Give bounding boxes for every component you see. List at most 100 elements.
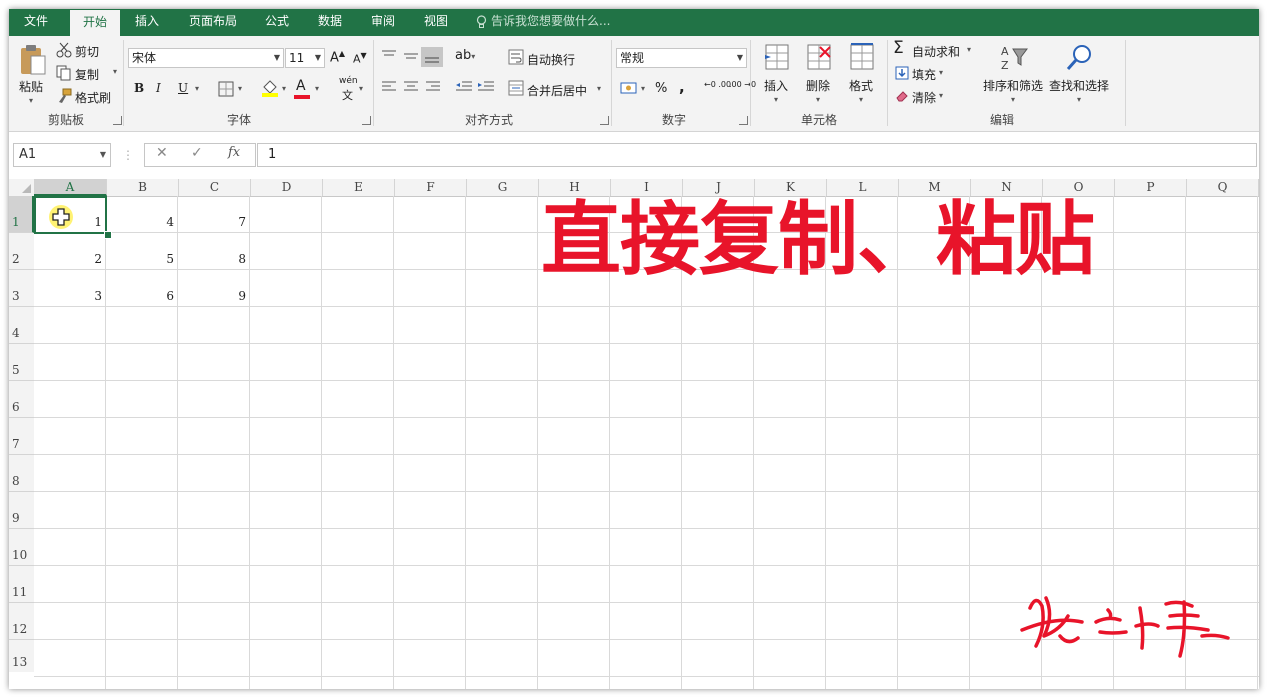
row-header[interactable]: 11 [9,566,34,603]
row-header[interactable]: 10 [9,529,34,566]
row-header[interactable]: 3 [9,270,34,307]
row-header[interactable]: 4 [9,307,34,344]
formula-input[interactable]: 1 [257,143,1257,167]
tab-insert[interactable]: 插入 [129,9,165,36]
row-header[interactable]: 1 [9,196,34,233]
clear-dropdown-icon[interactable]: ▾ [939,91,943,100]
formula-bar-grip-icon[interactable]: ⋮ [122,148,134,162]
select-all-button[interactable] [9,179,34,196]
tab-view[interactable]: 视图 [418,9,454,36]
delete-cells-button[interactable]: 删除 ▾ [802,41,836,109]
column-header[interactable]: Q [1187,179,1259,196]
row-header[interactable]: 7 [9,418,34,455]
row-header[interactable]: 8 [9,455,34,492]
percent-button[interactable]: % [655,81,667,96]
orientation-button[interactable]: ab▾ [455,48,475,63]
decrease-indent-icon[interactable] [455,80,473,94]
comma-button[interactable]: , [679,78,685,96]
clipboard-launcher-icon[interactable] [113,116,122,125]
increase-indent-icon[interactable] [477,80,495,94]
font-name-select[interactable]: 宋体 ▼ [128,48,284,68]
cell-C1[interactable]: 7 [178,196,250,233]
column-header[interactable]: A [34,179,107,196]
format-painter-button[interactable]: 格式刷 [55,87,121,105]
fill-color-dropdown-icon[interactable]: ▾ [282,84,286,93]
insert-cells-button[interactable]: 插入 ▾ [760,41,794,109]
cell-C2[interactable]: 8 [178,233,250,270]
sort-filter-button[interactable]: AZ 排序和筛选 ▾ [981,41,1047,109]
cell-C3[interactable]: 9 [178,270,250,307]
tell-me-box[interactable]: 告诉我您想要做什么... [476,9,610,36]
row-header[interactable]: 6 [9,381,34,418]
phonetic-top[interactable]: wén [339,76,358,86]
paste-button[interactable]: 粘贴 ▾ [15,42,49,110]
cut-button[interactable]: 剪切 [55,41,115,59]
align-middle-icon[interactable] [403,49,419,63]
copy-button[interactable]: 复制 ▾ [55,64,121,82]
number-format-select[interactable]: 常规 ▼ [616,48,747,68]
align-bottom-button[interactable] [421,47,443,67]
autosum-dropdown-icon[interactable]: ▾ [967,45,971,54]
tab-review[interactable]: 审阅 [365,9,401,36]
borders-icon[interactable] [218,81,234,97]
italic-button[interactable]: I [156,81,161,95]
column-header[interactable]: D [251,179,323,196]
column-header[interactable]: C [179,179,251,196]
cell-B3[interactable]: 6 [106,270,178,307]
column-header[interactable]: B [107,179,179,196]
borders-dropdown-icon[interactable]: ▾ [238,84,242,93]
increase-decimal-button[interactable]: ←0 .00 [704,80,731,89]
row-header[interactable]: 9 [9,492,34,529]
fill-button[interactable]: 填充 [912,66,936,83]
align-top-icon[interactable] [381,49,397,63]
fill-handle[interactable] [104,231,112,239]
cell-A3[interactable]: 3 [34,270,106,307]
font-color-dropdown-icon[interactable]: ▾ [315,84,319,93]
accounting-dropdown-icon[interactable]: ▾ [641,84,645,93]
column-header[interactable]: P [1115,179,1187,196]
enter-icon[interactable]: ✓ [191,145,203,161]
font-color-button[interactable]: A [296,78,306,94]
tab-file[interactable]: 文件 [19,9,53,36]
align-right-icon[interactable] [425,80,441,94]
name-box[interactable]: A1 ▼ [13,143,111,167]
format-cells-button[interactable]: 格式 ▾ [845,41,879,109]
column-header[interactable]: F [395,179,467,196]
phonetic-dropdown-icon[interactable]: ▾ [359,84,363,93]
underline-button[interactable]: U [178,81,188,95]
cell-A2[interactable]: 2 [34,233,106,270]
tab-home[interactable]: 开始 [70,10,120,36]
merge-center-button[interactable]: 合并后居中 [527,82,587,99]
decrease-decimal-button[interactable]: .00 →0 [729,80,756,89]
tab-data[interactable]: 数据 [312,9,348,36]
fill-dropdown-icon[interactable]: ▾ [939,68,943,77]
autosum-button[interactable]: 自动求和 [912,43,960,60]
cell-B2[interactable]: 5 [106,233,178,270]
tab-page-layout[interactable]: 页面布局 [183,9,243,36]
insert-function-button[interactable]: fx [228,145,240,160]
tab-formulas[interactable]: 公式 [259,9,295,36]
fill-color-icon[interactable] [261,79,279,97]
phonetic-bottom[interactable]: 文 [342,87,353,103]
cell-B1[interactable]: 4 [106,196,178,233]
decrease-font-size-button[interactable]: A▼ [353,51,367,66]
merge-dropdown-icon[interactable]: ▾ [597,84,601,93]
accounting-format-icon[interactable] [620,80,638,96]
wrap-text-button[interactable]: 自动换行 [527,51,575,68]
align-center-icon[interactable] [403,80,419,94]
column-header[interactable]: E [323,179,395,196]
underline-dropdown-icon[interactable]: ▾ [195,84,199,93]
row-header[interactable]: 12 [9,603,34,640]
alignment-launcher-icon[interactable] [600,116,609,125]
font-size-select[interactable]: 11 ▼ [285,48,325,68]
row-header[interactable]: 5 [9,344,34,381]
row-header[interactable]: 13 [9,640,34,672]
find-select-button[interactable]: 查找和选择 ▾ [1047,41,1113,109]
column-header[interactable]: G [467,179,539,196]
clear-button[interactable]: 清除 [912,89,936,106]
bold-button[interactable]: B [134,81,144,95]
row-header[interactable]: 2 [9,233,34,270]
align-left-icon[interactable] [381,80,397,94]
number-launcher-icon[interactable] [739,116,748,125]
font-launcher-icon[interactable] [362,116,371,125]
